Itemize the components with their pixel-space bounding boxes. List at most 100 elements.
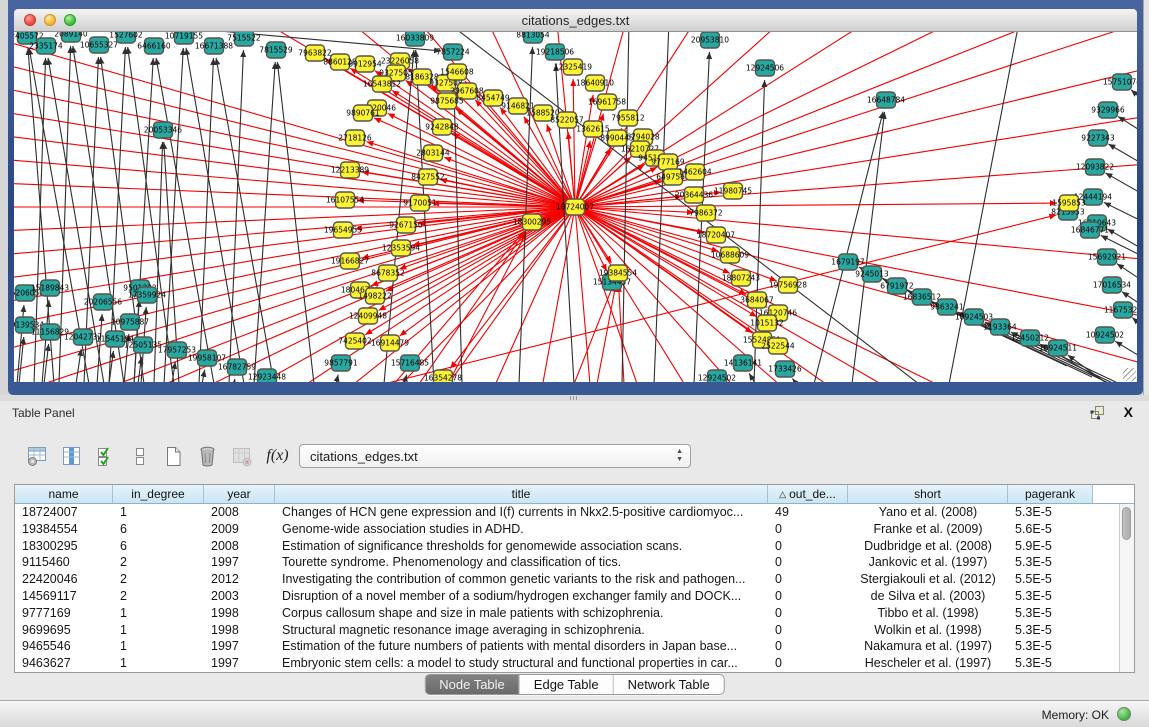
graph-edge[interactable] xyxy=(792,378,834,382)
table-cell[interactable]: Jankovic et al. (1997) xyxy=(848,554,1008,571)
graph-edge[interactable] xyxy=(574,284,614,382)
tab-edge-table[interactable]: Edge Table xyxy=(519,675,613,694)
table-cell[interactable]: 0 xyxy=(768,521,848,538)
graph-edge[interactable] xyxy=(277,62,314,382)
table-cell[interactable]: 2 xyxy=(113,554,204,571)
table-cell[interactable]: 6 xyxy=(113,521,204,538)
column-header-short[interactable]: short xyxy=(848,485,1008,503)
deselect-all-columns-icon[interactable] xyxy=(126,442,153,470)
table-row[interactable]: 1938455462009Genome-wide association stu… xyxy=(15,521,1119,538)
table-cell[interactable]: 6 xyxy=(113,538,204,555)
graph-edge[interactable] xyxy=(14,57,575,207)
table-mode-icon[interactable] xyxy=(24,442,51,470)
table-cell[interactable]: 0 xyxy=(768,605,848,622)
table-cell[interactable]: 9115460 xyxy=(15,554,113,571)
table-cell[interactable]: 5.5E-5 xyxy=(1008,571,1093,588)
graph-edge[interactable] xyxy=(1118,116,1137,152)
graph-edge[interactable] xyxy=(597,285,616,382)
table-cell[interactable]: 5.3E-5 xyxy=(1008,504,1093,521)
graph-edge[interactable] xyxy=(19,337,24,382)
table-cell[interactable]: Stergiakouli et al. (2012) xyxy=(848,571,1008,588)
table-cell[interactable]: Corpus callosum shape and size in male p… xyxy=(275,605,768,622)
table-cell[interactable]: 18724007 xyxy=(15,504,113,521)
graph-edge[interactable] xyxy=(575,207,714,382)
graph-edge[interactable] xyxy=(384,50,414,382)
graph-edge[interactable] xyxy=(852,112,885,382)
maximize-window-button[interactable] xyxy=(64,14,76,26)
table-row[interactable]: 946554611997Estimation of the future num… xyxy=(15,638,1119,655)
table-cell[interactable]: 1997 xyxy=(204,554,275,571)
tab-network-table[interactable]: Network Table xyxy=(613,675,724,694)
graph-edge[interactable] xyxy=(186,48,244,382)
table-cell[interactable]: Wolkin et al. (1998) xyxy=(848,622,1008,639)
table-cell[interactable]: 5.3E-5 xyxy=(1008,655,1093,672)
graph-edge[interactable] xyxy=(575,207,1034,382)
table-row[interactable]: 1830029562008Estimation of significance … xyxy=(15,538,1119,555)
column-header-in_degree[interactable]: in_degree xyxy=(113,485,204,503)
network-canvas[interactable]: 2405572233517420891401065532715276026466… xyxy=(14,32,1137,382)
function-builder-icon[interactable]: f(x) xyxy=(264,442,291,470)
table-cell[interactable]: 5.6E-5 xyxy=(1008,521,1093,538)
table-cell[interactable]: Investigating the contribution of common… xyxy=(275,571,768,588)
graph-edge[interactable] xyxy=(229,50,243,382)
table-cell[interactable]: Hescheler et al. (1997) xyxy=(848,655,1008,672)
table-scrollbar[interactable] xyxy=(1119,504,1134,672)
table-cell[interactable]: 1 xyxy=(113,655,204,672)
table-select-dropdown[interactable]: citations_edges.txt ▲▼ xyxy=(299,444,691,468)
float-panel-icon[interactable] xyxy=(1090,405,1105,425)
graph-edge[interactable] xyxy=(76,349,81,382)
graph-edge[interactable] xyxy=(575,203,1057,207)
table-cell[interactable]: Tibbo et al. (1998) xyxy=(848,605,1008,622)
table-cell[interactable]: 1 xyxy=(113,504,204,521)
table-cell[interactable]: 0 xyxy=(768,554,848,571)
table-cell[interactable]: Embryonic stem cells: a model to study s… xyxy=(275,655,768,672)
table-cell[interactable]: Estimation of significance thresholds fo… xyxy=(275,538,768,555)
table-cell[interactable]: 9777169 xyxy=(15,605,113,622)
table-cell[interactable]: Franke et al. (2009) xyxy=(848,521,1008,538)
graph-edge[interactable] xyxy=(199,58,213,382)
table-cell[interactable]: Estimation of the future numbers of pati… xyxy=(275,638,768,655)
table-cell[interactable]: 0 xyxy=(768,571,848,588)
graph-edge[interactable] xyxy=(419,232,525,382)
column-header-pagerank[interactable]: pagerank xyxy=(1008,485,1093,503)
graph-edge[interactable] xyxy=(234,379,235,382)
graph-edge[interactable] xyxy=(1132,318,1137,352)
table-cell[interactable]: Dudbridge et al. (2008) xyxy=(848,538,1008,555)
table-row[interactable]: 911546021997Tourette syndrome. Phenomeno… xyxy=(15,554,1119,571)
table-cell[interactable]: 0 xyxy=(768,622,848,639)
column-header-out_de[interactable]: △out_de... xyxy=(768,485,848,503)
table-cell[interactable]: 0 xyxy=(768,638,848,655)
table-cell[interactable]: 1 xyxy=(113,622,204,639)
table-cell[interactable]: 5.3E-5 xyxy=(1008,622,1093,639)
table-cell[interactable]: 14569117 xyxy=(15,588,113,605)
table-cell[interactable]: de Silva et al. (2003) xyxy=(848,588,1008,605)
table-cell[interactable]: 49 xyxy=(768,504,848,521)
column-header-title[interactable]: title xyxy=(275,485,768,503)
tab-node-table[interactable]: Node Table xyxy=(425,675,519,694)
table-cell[interactable]: 22420046 xyxy=(15,571,113,588)
table-cell[interactable]: 5.3E-5 xyxy=(1008,605,1093,622)
table-cell[interactable]: Tourette syndrome. Phenomenology and cla… xyxy=(275,554,768,571)
graph-edge[interactable] xyxy=(1131,90,1137,127)
table-cell[interactable]: 2008 xyxy=(204,538,275,555)
table-cell[interactable]: 2009 xyxy=(204,521,275,538)
table-cell[interactable]: 2 xyxy=(113,588,204,605)
table-cell[interactable]: 0 xyxy=(768,588,848,605)
network-window-titlebar[interactable]: citations_edges.txt xyxy=(14,9,1137,32)
show-column-icon[interactable] xyxy=(58,442,85,470)
table-cell[interactable]: Disruption of a novel member of a sodium… xyxy=(275,588,768,605)
table-cell[interactable]: 2012 xyxy=(204,571,275,588)
table-cell[interactable]: 1 xyxy=(113,605,204,622)
table-cell[interactable]: 9463627 xyxy=(15,655,113,672)
delete-table-icon[interactable] xyxy=(228,442,255,470)
table-row[interactable]: 2242004622012Investigating the contribut… xyxy=(15,571,1119,588)
graph-edge[interactable] xyxy=(575,207,654,382)
table-cell[interactable]: 5.3E-5 xyxy=(1008,554,1093,571)
table-cell[interactable]: 5.3E-5 xyxy=(1008,588,1093,605)
table-cell[interactable]: 2 xyxy=(113,571,204,588)
new-column-icon[interactable] xyxy=(160,442,187,470)
table-cell[interactable]: 1 xyxy=(113,638,204,655)
table-row[interactable]: 946362711997Embryonic stem cells: a mode… xyxy=(15,655,1119,672)
column-header-year[interactable]: year xyxy=(204,485,275,503)
table-cell[interactable]: Changes of HCN gene expression and I(f) … xyxy=(275,504,768,521)
